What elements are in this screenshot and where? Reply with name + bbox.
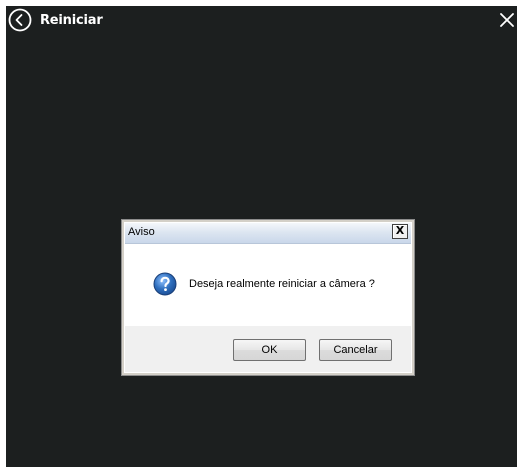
close-icon — [500, 13, 514, 27]
dialog-titlebar[interactable]: Aviso X — [125, 223, 411, 244]
confirm-dialog: Aviso X Deseja realmente reiniciar a câm… — [121, 219, 415, 376]
ok-button[interactable]: OK — [233, 339, 306, 361]
cancel-button[interactable]: Cancelar — [319, 339, 392, 361]
question-icon — [153, 272, 177, 296]
header-bar: Reiniciar — [6, 6, 517, 38]
app-window: Reiniciar Aviso X Deseja realmente reini… — [6, 6, 517, 467]
dialog-body: Deseja realmente reiniciar a câmera ? — [125, 244, 411, 326]
back-button[interactable] — [8, 8, 32, 32]
dialog-title: Aviso — [128, 226, 155, 238]
page-title: Reiniciar — [40, 13, 103, 28]
dialog-footer: OK Cancelar — [125, 326, 411, 372]
dialog-close-button[interactable]: X — [392, 224, 408, 239]
back-circle-icon — [8, 8, 32, 32]
close-button[interactable] — [497, 10, 517, 30]
dialog-message: Deseja realmente reiniciar a câmera ? — [189, 278, 375, 290]
